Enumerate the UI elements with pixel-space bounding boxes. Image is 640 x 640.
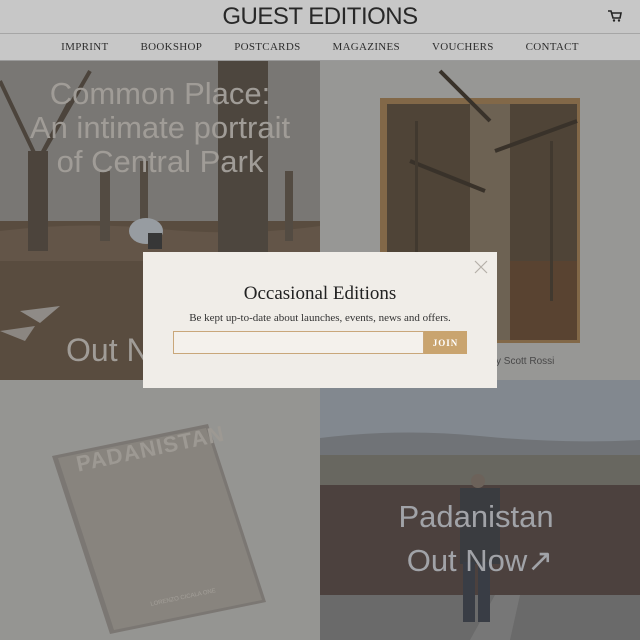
email-input[interactable] [173, 331, 424, 354]
modal-title: Occasional Editions [243, 283, 397, 304]
close-icon[interactable] [474, 260, 488, 274]
modal-description: Be kept up-to-date about launches, event… [189, 312, 451, 324]
newsletter-modal: Occasional Editions Be kept up-to-date a… [143, 252, 497, 388]
join-button[interactable]: JOIN [424, 331, 467, 354]
